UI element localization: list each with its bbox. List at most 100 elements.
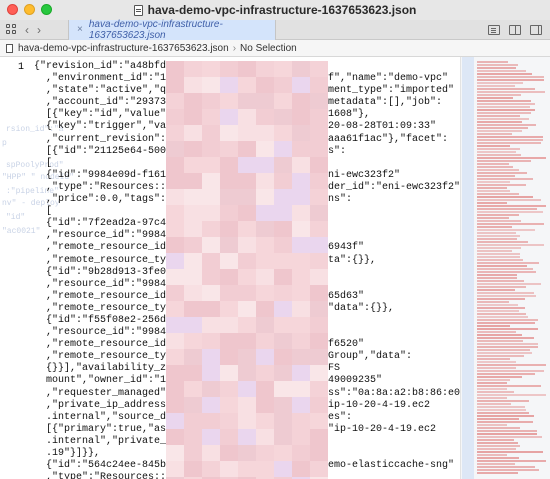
redaction-block bbox=[202, 381, 220, 397]
redaction-block bbox=[202, 397, 220, 413]
zoom-window-button[interactable] bbox=[41, 4, 52, 15]
redaction-block bbox=[292, 381, 310, 397]
redaction-block bbox=[292, 285, 310, 301]
redaction-block bbox=[238, 205, 256, 221]
redaction-block bbox=[238, 333, 256, 349]
minimap-line bbox=[477, 88, 535, 90]
minimap-line bbox=[477, 109, 535, 111]
redaction-block bbox=[256, 221, 274, 237]
redaction-block bbox=[292, 141, 310, 157]
redaction-block bbox=[274, 253, 292, 269]
code-line-right: 1608"}, bbox=[328, 109, 371, 121]
redaction-block bbox=[310, 317, 328, 333]
redaction-block bbox=[238, 93, 256, 109]
redaction-block bbox=[310, 429, 328, 445]
redaction-block bbox=[292, 461, 310, 477]
forward-button[interactable]: › bbox=[37, 24, 41, 36]
document-icon bbox=[133, 4, 143, 16]
minimap-line bbox=[477, 313, 526, 315]
minimap-line bbox=[477, 253, 520, 255]
redaction-block bbox=[310, 237, 328, 253]
code-line-left: ,"account_id":"293734 bbox=[34, 97, 173, 109]
redaction-block bbox=[238, 221, 256, 237]
redaction-block bbox=[256, 237, 274, 253]
redaction-block bbox=[184, 189, 202, 205]
minimap-line bbox=[477, 295, 536, 297]
tab-active-file[interactable]: × hava-demo-vpc-infrastructure-163765362… bbox=[68, 19, 276, 41]
redaction-block bbox=[220, 413, 238, 429]
code-line-right: s": bbox=[328, 145, 347, 157]
redaction-block bbox=[166, 269, 184, 285]
code-line-left: [ bbox=[34, 206, 53, 218]
redaction-block bbox=[238, 141, 256, 157]
redaction-block bbox=[310, 61, 328, 77]
redaction-block bbox=[220, 77, 238, 93]
minimap-line bbox=[477, 205, 546, 207]
minimap-line bbox=[477, 367, 516, 369]
redaction-block bbox=[202, 333, 220, 349]
redaction-block bbox=[166, 413, 184, 429]
code-line-left: ,"remote_resource_id" bbox=[34, 290, 173, 302]
code-line-right: 65d63" bbox=[328, 290, 365, 302]
breadcrumb-selection[interactable]: No Selection bbox=[240, 43, 297, 54]
minimap-line bbox=[477, 403, 511, 405]
minimap-line bbox=[477, 373, 535, 375]
redaction-block bbox=[274, 397, 292, 413]
redaction-block bbox=[166, 125, 184, 141]
minimap-viewport[interactable] bbox=[462, 57, 474, 479]
editor-options-icon[interactable] bbox=[488, 24, 500, 35]
code-editor[interactable]: rsion_id":"a p spPoolyProd" "HPP" " nodeId"… bbox=[0, 57, 460, 479]
redaction-block bbox=[220, 125, 238, 141]
minimap[interactable] bbox=[460, 57, 550, 479]
inspector-toggle-icon[interactable] bbox=[530, 24, 542, 35]
redaction-block bbox=[166, 397, 184, 413]
minimap-line bbox=[477, 202, 507, 204]
redaction-block bbox=[220, 173, 238, 189]
split-editor-icon[interactable] bbox=[509, 24, 521, 35]
breadcrumb-file[interactable]: hava-demo-vpc-infrastructure-1637653623.… bbox=[18, 43, 229, 54]
code-line-right: ip-10-20-4-19.ec2 bbox=[328, 399, 431, 411]
minimap-line bbox=[477, 163, 509, 165]
redaction-block bbox=[274, 461, 292, 477]
redaction-block bbox=[184, 445, 202, 461]
minimap-line bbox=[477, 85, 515, 87]
code-line-left: ,"remote_resource_id" bbox=[34, 242, 173, 254]
minimap-line bbox=[477, 232, 516, 234]
minimap-line bbox=[477, 103, 535, 105]
redaction-block bbox=[220, 93, 238, 109]
redaction-block bbox=[220, 109, 238, 125]
code-line-right: metadata":[],"job": bbox=[328, 97, 443, 109]
minimap-line bbox=[477, 247, 521, 249]
redaction-block bbox=[310, 413, 328, 429]
redaction-block bbox=[274, 301, 292, 317]
close-tab-icon[interactable]: × bbox=[77, 24, 83, 35]
redaction-block bbox=[292, 205, 310, 221]
redaction-block bbox=[292, 445, 310, 461]
redaction-block bbox=[274, 317, 292, 333]
redaction-block bbox=[274, 445, 292, 461]
grid-icon[interactable] bbox=[6, 24, 17, 35]
redaction-block bbox=[274, 189, 292, 205]
redaction-block bbox=[238, 77, 256, 93]
redaction-block bbox=[166, 141, 184, 157]
minimap-line bbox=[477, 166, 513, 168]
redaction-block bbox=[310, 365, 328, 381]
minimap-line bbox=[477, 70, 526, 72]
minimap-line bbox=[477, 115, 520, 117]
redaction-block bbox=[220, 253, 238, 269]
redaction-block bbox=[220, 301, 238, 317]
redaction-block bbox=[256, 461, 274, 477]
minimap-line bbox=[477, 94, 521, 96]
minimap-line bbox=[477, 235, 520, 237]
minimap-line bbox=[477, 112, 531, 114]
minimap-line bbox=[477, 124, 536, 126]
back-button[interactable]: ‹ bbox=[25, 24, 29, 36]
code-line-left: .internal","source_de bbox=[34, 411, 173, 423]
code-line-right: aaa61f1ac"},"facet": bbox=[328, 133, 449, 145]
redaction-block bbox=[310, 445, 328, 461]
close-window-button[interactable] bbox=[7, 4, 18, 15]
code-line-left: ,"remote_resource_typ bbox=[34, 302, 173, 314]
redaction-block bbox=[238, 413, 256, 429]
redaction-block bbox=[166, 301, 184, 317]
minimize-window-button[interactable] bbox=[24, 4, 35, 15]
